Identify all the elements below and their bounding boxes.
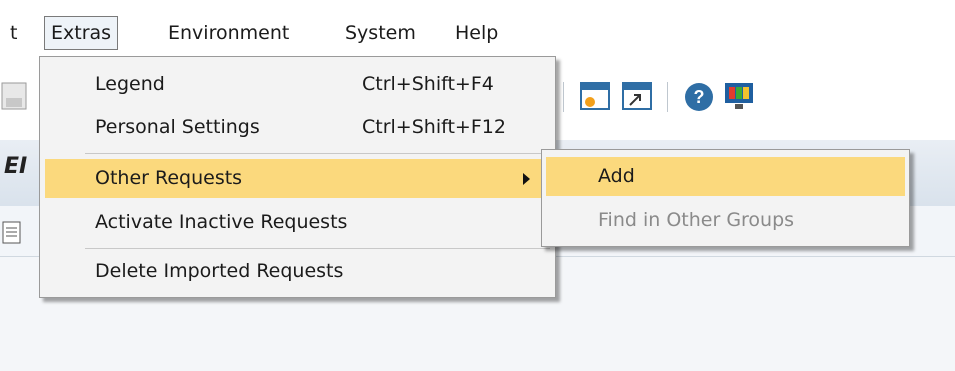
other-requests-submenu: Add Find in Other Groups <box>541 149 910 247</box>
submenu-item-add[interactable]: Add <box>546 157 905 196</box>
extras-menu: Legend Ctrl+Shift+F4 Personal Settings C… <box>39 56 556 298</box>
toolbar-separator <box>667 82 668 112</box>
menu-item-label: Other Requests <box>95 167 243 189</box>
menu-item-other-requests[interactable]: Other Requests <box>45 159 550 198</box>
menubar-item-extras[interactable]: Extras <box>44 16 119 50</box>
menu-bar: t Extras Environment System Help <box>0 0 955 56</box>
menu-separator <box>85 153 550 154</box>
menubar-item-truncated[interactable]: t <box>4 16 23 50</box>
menu-item-shortcut: Ctrl+Shift+F4 <box>362 73 494 95</box>
menu-item-label: Activate Inactive Requests <box>95 211 348 233</box>
menu-item-legend[interactable]: Legend Ctrl+Shift+F4 <box>45 65 550 104</box>
menu-item-personal-settings[interactable]: Personal Settings Ctrl+Shift+F12 <box>45 108 550 147</box>
menu-item-label: Delete Imported Requests <box>95 260 344 282</box>
help-icon[interactable]: ? <box>682 80 716 114</box>
document-icon[interactable] <box>0 220 24 246</box>
toolbar-separator <box>563 82 564 112</box>
submenu-item-find-in-other-groups: Find in Other Groups <box>546 201 905 240</box>
menu-item-shortcut: Ctrl+Shift+F12 <box>362 116 506 138</box>
menu-item-delete-imported-requests[interactable]: Delete Imported Requests <box>45 252 550 291</box>
submenu-item-label: Find in Other Groups <box>598 209 795 231</box>
menubar-item-environment[interactable]: Environment <box>162 16 295 50</box>
submenu-item-label: Add <box>598 165 635 187</box>
save-icon[interactable] <box>0 80 30 114</box>
shortcut-icon[interactable] <box>620 80 656 114</box>
menu-separator <box>85 248 550 249</box>
submenu-arrow-icon <box>523 173 530 185</box>
svg-text:?: ? <box>694 87 705 107</box>
create-session-icon[interactable] <box>578 80 614 114</box>
page-title: EI <box>4 154 28 179</box>
menubar-item-help[interactable]: Help <box>449 16 504 50</box>
menu-item-label: Legend <box>95 73 165 95</box>
menubar-item-system[interactable]: System <box>339 16 422 50</box>
customize-layout-icon[interactable] <box>722 80 756 114</box>
menu-item-activate-inactive-requests[interactable]: Activate Inactive Requests <box>45 203 550 242</box>
menu-item-label: Personal Settings <box>95 116 260 138</box>
